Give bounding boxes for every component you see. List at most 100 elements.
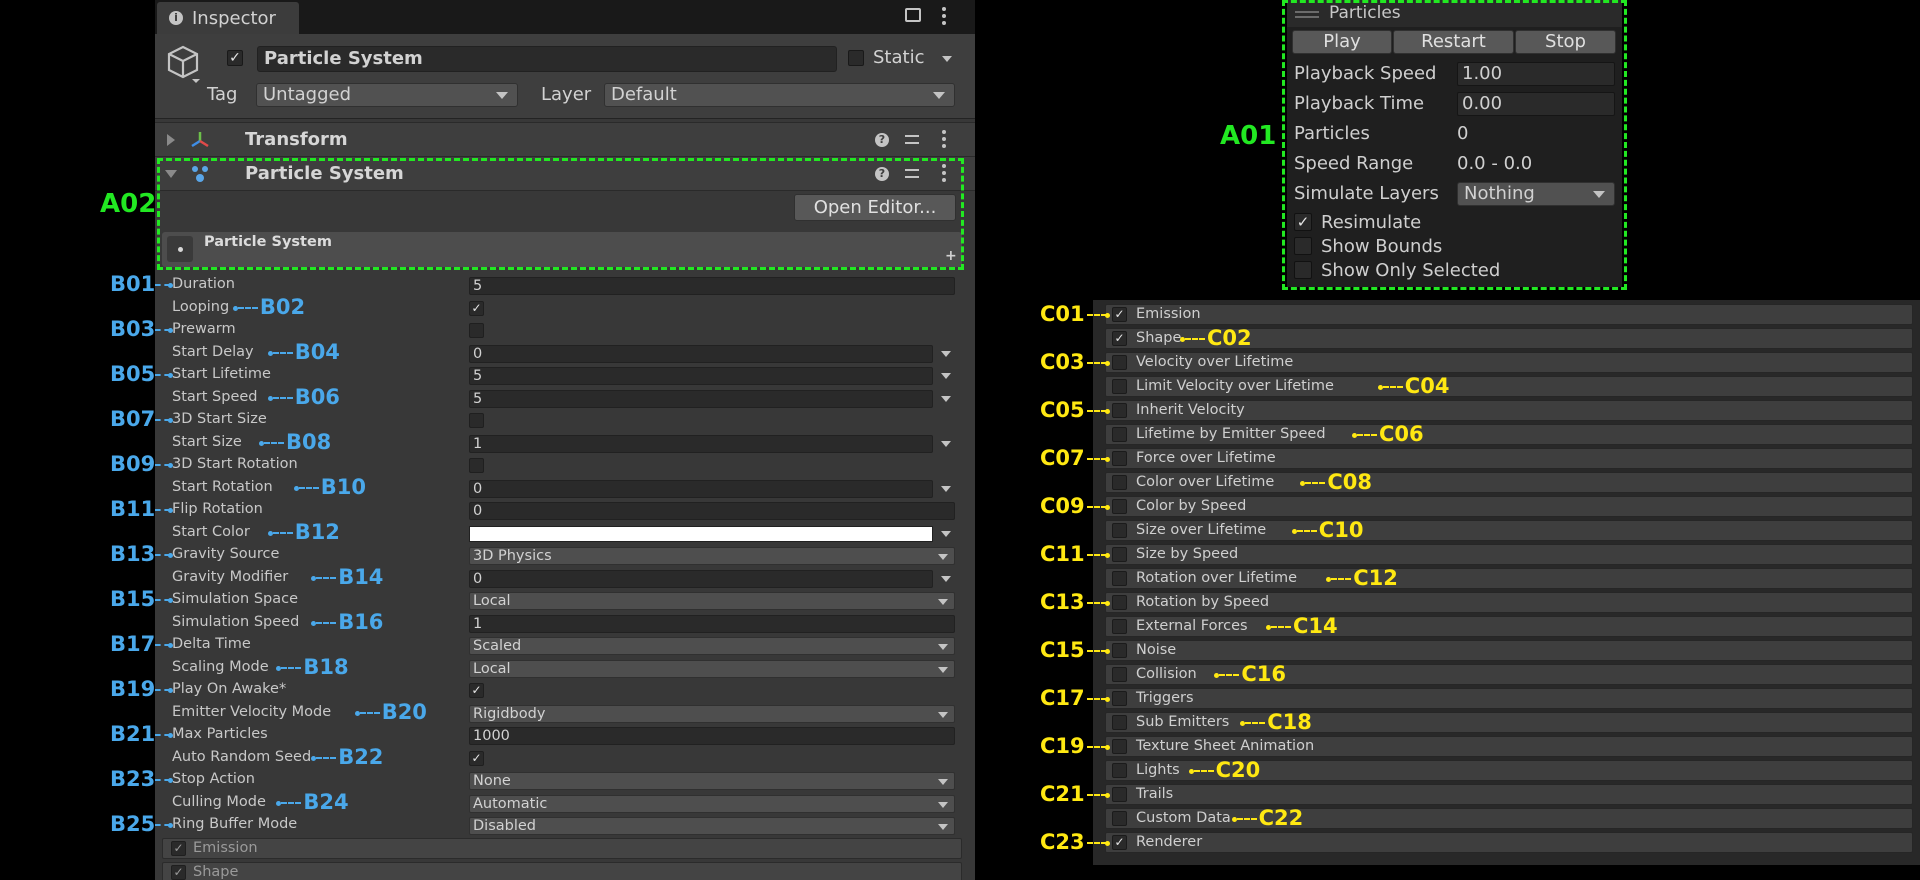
module-row[interactable]: Size over Lifetime bbox=[1105, 520, 1913, 541]
module-enable-checkbox[interactable] bbox=[1112, 643, 1127, 658]
tag-dropdown[interactable]: Untagged bbox=[256, 83, 518, 107]
module-row[interactable]: Lifetime by Emitter Speed bbox=[1105, 424, 1913, 445]
module-row[interactable]: Color by Speed bbox=[1105, 496, 1913, 517]
module-enable-checkbox[interactable] bbox=[1112, 571, 1127, 586]
property-value-field[interactable]: 0 bbox=[469, 502, 955, 520]
curve-mode-dropdown-icon[interactable] bbox=[941, 395, 951, 402]
module-enable-checkbox[interactable]: ✓ bbox=[1112, 331, 1127, 346]
module-enable-checkbox[interactable] bbox=[1112, 355, 1127, 370]
module-row[interactable]: Color over Lifetime bbox=[1105, 472, 1913, 493]
module-row[interactable]: Force over Lifetime bbox=[1105, 448, 1913, 469]
module-enable-checkbox[interactable] bbox=[1112, 403, 1127, 418]
module-row[interactable]: Noise bbox=[1105, 640, 1913, 661]
property-dropdown[interactable]: Disabled bbox=[469, 817, 955, 835]
property-dropdown[interactable]: None bbox=[469, 772, 955, 790]
module-enable-checkbox[interactable] bbox=[1112, 619, 1127, 634]
module-row[interactable]: Triggers bbox=[1105, 688, 1913, 709]
property-checkbox[interactable] bbox=[469, 323, 484, 338]
module-row[interactable]: Limit Velocity over Lifetime bbox=[1105, 376, 1913, 397]
module-enable-checkbox[interactable] bbox=[1112, 475, 1127, 490]
static-checkbox[interactable] bbox=[848, 50, 864, 66]
property-dropdown[interactable]: Rigidbody bbox=[469, 704, 955, 723]
module-enable-checkbox[interactable] bbox=[1112, 715, 1127, 730]
module-enable-checkbox[interactable] bbox=[1112, 787, 1127, 802]
module-enable-checkbox[interactable] bbox=[1112, 523, 1127, 538]
module-header[interactable]: ✓ Shape bbox=[162, 862, 962, 880]
help-icon[interactable]: ? bbox=[875, 133, 889, 147]
module-row[interactable]: Velocity over Lifetime bbox=[1105, 352, 1913, 373]
module-enable-checkbox[interactable]: ✓ bbox=[1112, 307, 1127, 322]
property-checkbox[interactable]: ✓ bbox=[469, 750, 484, 766]
gameobject-cube-icon[interactable] bbox=[164, 43, 204, 87]
more-options-icon[interactable] bbox=[942, 7, 946, 28]
module-enable-checkbox[interactable] bbox=[1112, 691, 1127, 706]
module-enable-checkbox[interactable] bbox=[1112, 427, 1127, 442]
lock-icon[interactable] bbox=[905, 8, 921, 22]
property-dropdown[interactable]: 3D Physics bbox=[469, 547, 955, 565]
module-enable-checkbox[interactable] bbox=[1112, 811, 1127, 826]
module-enable-checkbox[interactable] bbox=[1112, 739, 1127, 754]
module-row[interactable]: Rotation by Speed bbox=[1105, 592, 1913, 613]
property-checkbox[interactable]: ✓ bbox=[469, 683, 484, 698]
property-checkbox[interactable]: ✓ bbox=[469, 300, 484, 316]
property-value-field[interactable]: 5 bbox=[469, 389, 933, 408]
property-checkbox[interactable] bbox=[469, 413, 484, 428]
curve-mode-dropdown-icon[interactable] bbox=[941, 373, 951, 379]
module-enable-checkbox[interactable] bbox=[1112, 451, 1127, 466]
module-enable-checkbox[interactable] bbox=[1112, 547, 1127, 562]
property-value-field[interactable]: 5 bbox=[469, 367, 933, 385]
module-header[interactable]: ✓ Emission bbox=[162, 838, 962, 859]
start-color-swatch[interactable] bbox=[469, 525, 933, 542]
presets-icon[interactable] bbox=[905, 133, 919, 147]
layer-dropdown[interactable]: Default bbox=[604, 83, 955, 107]
module-row[interactable]: Custom Data bbox=[1105, 808, 1913, 829]
transform-component-header[interactable]: Transform ? bbox=[155, 122, 975, 157]
module-row[interactable]: Texture Sheet Animation bbox=[1105, 736, 1913, 757]
module-row[interactable]: Trails bbox=[1105, 784, 1913, 805]
module-row[interactable]: External Forces bbox=[1105, 616, 1913, 637]
module-row[interactable]: Sub Emitters bbox=[1105, 712, 1913, 733]
module-row[interactable]: Size by Speed bbox=[1105, 544, 1913, 565]
module-row[interactable]: ✓ Renderer bbox=[1105, 832, 1913, 853]
module-enable-checkbox[interactable] bbox=[1112, 499, 1127, 514]
module-row[interactable]: Inherit Velocity bbox=[1105, 400, 1913, 421]
gameobject-active-checkbox[interactable]: ✓ bbox=[227, 50, 243, 66]
module-enable-checkbox[interactable]: ✓ bbox=[171, 865, 186, 880]
inspector-tab[interactable]: i Inspector bbox=[157, 2, 299, 34]
curve-mode-dropdown-icon[interactable] bbox=[941, 575, 951, 582]
module-label: Texture Sheet Animation bbox=[1136, 738, 1315, 754]
property-value-field[interactable]: 1 bbox=[469, 434, 933, 453]
static-dropdown-arrow-icon[interactable] bbox=[942, 56, 952, 62]
curve-mode-dropdown-icon[interactable] bbox=[941, 485, 951, 492]
property-value-field[interactable]: 1 bbox=[469, 614, 955, 633]
module-enable-checkbox[interactable] bbox=[1112, 667, 1127, 682]
property-dropdown[interactable]: Scaled bbox=[469, 637, 955, 655]
property-label: Simulation Space bbox=[172, 591, 299, 607]
property-dropdown[interactable]: Local bbox=[469, 592, 955, 610]
module-row[interactable]: ✓ Emission bbox=[1105, 304, 1913, 325]
property-value-field[interactable]: 0 bbox=[469, 344, 933, 363]
color-mode-dropdown-icon[interactable] bbox=[941, 530, 951, 537]
foldout-arrow-icon[interactable] bbox=[167, 134, 175, 146]
module-enable-checkbox[interactable]: ✓ bbox=[171, 841, 186, 856]
module-enable-checkbox[interactable] bbox=[1112, 763, 1127, 778]
annotation-label-b: B22 bbox=[338, 744, 384, 769]
module-label: Noise bbox=[1136, 642, 1177, 658]
property-dropdown[interactable]: Local bbox=[469, 659, 955, 678]
module-enable-checkbox[interactable] bbox=[1112, 595, 1127, 610]
gameobject-name-field[interactable]: Particle System bbox=[257, 46, 837, 72]
more-options-icon[interactable] bbox=[942, 130, 946, 151]
property-checkbox[interactable] bbox=[469, 458, 484, 473]
curve-mode-dropdown-icon[interactable] bbox=[941, 440, 951, 447]
property-dropdown[interactable]: Automatic bbox=[469, 794, 955, 813]
module-enable-checkbox[interactable] bbox=[1112, 379, 1127, 394]
module-enable-checkbox[interactable]: ✓ bbox=[1112, 835, 1127, 850]
module-row[interactable]: Rotation over Lifetime bbox=[1105, 568, 1913, 589]
property-value-field[interactable]: 0 bbox=[469, 569, 933, 588]
property-value-field[interactable]: 1000 bbox=[469, 727, 955, 745]
annotation-label-c: C01 bbox=[1040, 302, 1085, 326]
property-value-field[interactable]: 0 bbox=[469, 479, 933, 498]
property-value-field[interactable]: 5 bbox=[469, 277, 955, 295]
annotation-dot bbox=[1105, 697, 1110, 702]
curve-mode-dropdown-icon[interactable] bbox=[941, 350, 951, 357]
